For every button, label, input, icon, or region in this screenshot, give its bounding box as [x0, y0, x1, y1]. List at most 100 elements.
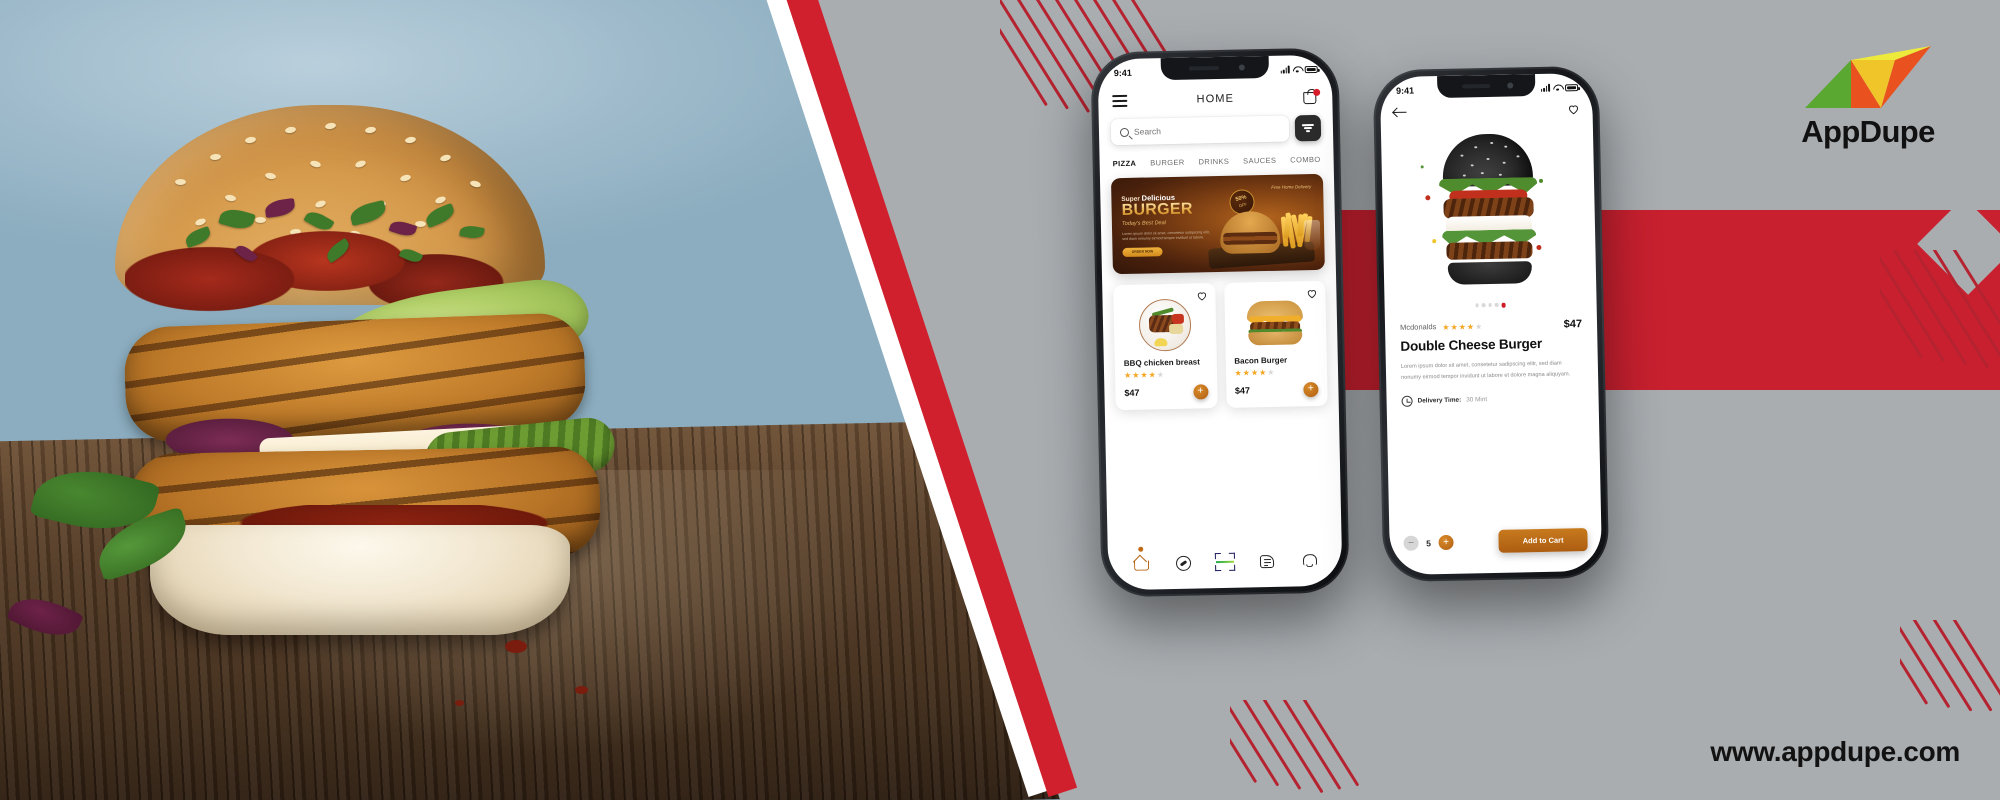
add-to-cart-icon[interactable]: + — [1303, 381, 1319, 397]
delivery-time-row: Delivery Time: 30 Mint — [1401, 392, 1583, 407]
sauce-drop-a — [505, 640, 527, 653]
logo-mark-icon — [1803, 38, 1933, 112]
sauce-drop-b — [575, 686, 588, 694]
status-time: 9:41 — [1395, 85, 1415, 96]
add-to-cart-button[interactable]: Add to Cart — [1498, 528, 1588, 553]
active-dot-icon — [1138, 546, 1144, 552]
search-input[interactable] — [1133, 123, 1281, 137]
phone1-status-bar: 9:41 — [1097, 55, 1331, 84]
product-card-grid: BBQ chicken breast ★ ★ ★ ★ ★ $47 + Bacon Burger ★… — [1102, 270, 1339, 410]
hatch-decor-right — [1880, 250, 2000, 400]
decrement-button[interactable]: − — [1403, 535, 1419, 551]
wifi-icon — [1293, 65, 1302, 73]
tab-sauces[interactable]: SAUCES — [1243, 156, 1276, 166]
nav-item-home[interactable] — [1131, 546, 1151, 573]
bottom-navigation — [1108, 540, 1343, 591]
bottom-bun — [150, 525, 570, 635]
favorite-heart-icon[interactable] — [1306, 288, 1317, 299]
cart-badge — [1313, 88, 1321, 96]
nav-item-scan[interactable] — [1214, 552, 1236, 572]
phone2-status-bar: 9:41 — [1380, 73, 1592, 101]
home-icon — [1133, 557, 1148, 571]
product-rating-stars: ★ ★ ★ ★ ★ — [1123, 369, 1165, 380]
quantity-value: 5 — [1426, 537, 1432, 548]
product-rating-stars: ★ ★ ★ ★ ★ — [1234, 367, 1275, 378]
product-meta-row: Mcdonalds ★ ★ ★ ★ ★ $47 — [1400, 318, 1582, 334]
banner-body: Lorem ipsum dolor sit amet, consetetur s… — [1122, 229, 1210, 242]
category-tabs: PIZZA BURGER DRINKS SAUCES COMBO — [1099, 141, 1334, 177]
quantity-stepper: − 5 + — [1403, 534, 1454, 551]
banner-food-art — [1201, 186, 1321, 269]
wifi-icon — [1553, 83, 1562, 91]
phone2-screen: 9:41 Mcdonalds ★ ★ ★ ★ ★ $47 Double Chee… — [1379, 72, 1603, 576]
bell-icon — [1302, 553, 1315, 567]
nav-item-explore[interactable] — [1173, 553, 1193, 573]
search-field-wrap[interactable] — [1110, 115, 1290, 146]
product-action-bar: − 5 + Add to Cart — [1389, 528, 1602, 575]
promo-banner-card[interactable]: Super Delicious BURGER Today's Best Deal… — [1110, 173, 1325, 275]
dish-art — [1138, 298, 1192, 352]
search-row — [1099, 109, 1334, 146]
tab-pizza[interactable]: PIZZA — [1113, 159, 1137, 168]
product-name: Double Cheese Burger — [1400, 335, 1543, 354]
product-name: BBQ chicken breast — [1123, 357, 1200, 369]
hamburger-menu-icon[interactable] — [1112, 94, 1128, 108]
back-arrow-icon[interactable] — [1393, 107, 1406, 118]
banner-cta-button[interactable]: ORDER NOW — [1122, 247, 1163, 257]
signal-bars-icon — [1280, 65, 1290, 74]
product-image — [1122, 297, 1207, 353]
phone1-content: HOME Search PIZZA BURGER DRINKS SAUCES C… — [1097, 55, 1342, 591]
shopping-bag-icon[interactable] — [1303, 88, 1321, 105]
product-info: Mcdonalds ★ ★ ★ ★ ★ $47 Double Cheese Burger… — [1385, 305, 1599, 407]
delivery-value: 30 Mint — [1466, 395, 1488, 404]
product-image — [1233, 295, 1318, 351]
filter-button[interactable] — [1294, 114, 1322, 142]
signal-bars-icon — [1540, 83, 1551, 92]
qr-scan-icon — [1214, 552, 1236, 572]
page-title: HOME — [1196, 92, 1235, 106]
increment-button[interactable]: + — [1438, 534, 1454, 551]
promo-banner-canvas: 9:41 HOME Search PIZZA BURGER DRINKS SAU… — [0, 0, 2000, 800]
product-hero-image — [1381, 115, 1597, 303]
compass-icon — [1175, 555, 1191, 571]
phone2-content: Mcdonalds ★ ★ ★ ★ ★ $47 Double Cheese Burger… — [1380, 73, 1602, 575]
sauce-drop-c — [455, 700, 464, 706]
add-to-cart-icon[interactable]: + — [1192, 383, 1209, 400]
product-price: $47 — [1563, 317, 1583, 330]
document-list-icon — [1259, 554, 1275, 568]
carousel-dot[interactable] — [1494, 302, 1499, 307]
carousel-dot[interactable] — [1475, 303, 1479, 307]
status-time: 9:41 — [1113, 67, 1132, 79]
hatch-decor-bottom — [1230, 700, 1370, 800]
microgreens — [175, 197, 495, 290]
product-price: $47 — [1124, 387, 1140, 399]
search-icon — [1119, 127, 1130, 137]
carousel-dot[interactable] — [1488, 302, 1492, 307]
clock-icon — [1401, 395, 1413, 407]
phone1-screen: 9:41 HOME Search PIZZA BURGER DRINKS SAU… — [1097, 54, 1343, 591]
carousel-dot[interactable] — [1481, 303, 1486, 307]
product-rating-stars: ★ ★ ★ ★ ★ — [1442, 322, 1483, 333]
favorite-heart-icon[interactable] — [1196, 290, 1207, 301]
battery-icon — [1564, 83, 1579, 91]
product-description: Lorem ipsum dolor sit amet, consetetur s… — [1400, 360, 1571, 381]
nav-item-alerts[interactable] — [1299, 550, 1319, 570]
tab-burger[interactable]: BURGER — [1150, 158, 1185, 168]
phone-mockup-home: 9:41 HOME Search PIZZA BURGER DRINKS SAU… — [1090, 47, 1350, 598]
product-card[interactable]: BBQ chicken breast ★ ★ ★ ★ ★ $47 + — [1113, 283, 1218, 410]
product-name: Bacon Burger — [1234, 355, 1288, 366]
black-bun-burger-art — [1420, 133, 1547, 285]
dish-art — [1246, 300, 1304, 346]
hatch-decor-bottom-right — [1900, 620, 2000, 750]
product-brand: Mcdonalds — [1399, 322, 1437, 332]
logo-wordmark: AppDupe — [1801, 114, 1935, 149]
tab-combo[interactable]: COMBO — [1290, 155, 1321, 165]
tab-drinks[interactable]: DRINKS — [1198, 157, 1229, 167]
battery-icon — [1304, 65, 1318, 73]
phone-mockup-detail: 9:41 Mcdonalds ★ ★ ★ ★ ★ $47 Double Chee… — [1372, 65, 1610, 583]
website-url: www.appdupe.com — [1710, 736, 1960, 767]
favorite-heart-icon[interactable] — [1567, 103, 1579, 115]
product-price: $47 — [1234, 385, 1251, 396]
nav-item-orders[interactable] — [1257, 551, 1277, 571]
product-card[interactable]: Bacon Burger ★ ★ ★ ★ ★ $47 + — [1223, 280, 1328, 408]
